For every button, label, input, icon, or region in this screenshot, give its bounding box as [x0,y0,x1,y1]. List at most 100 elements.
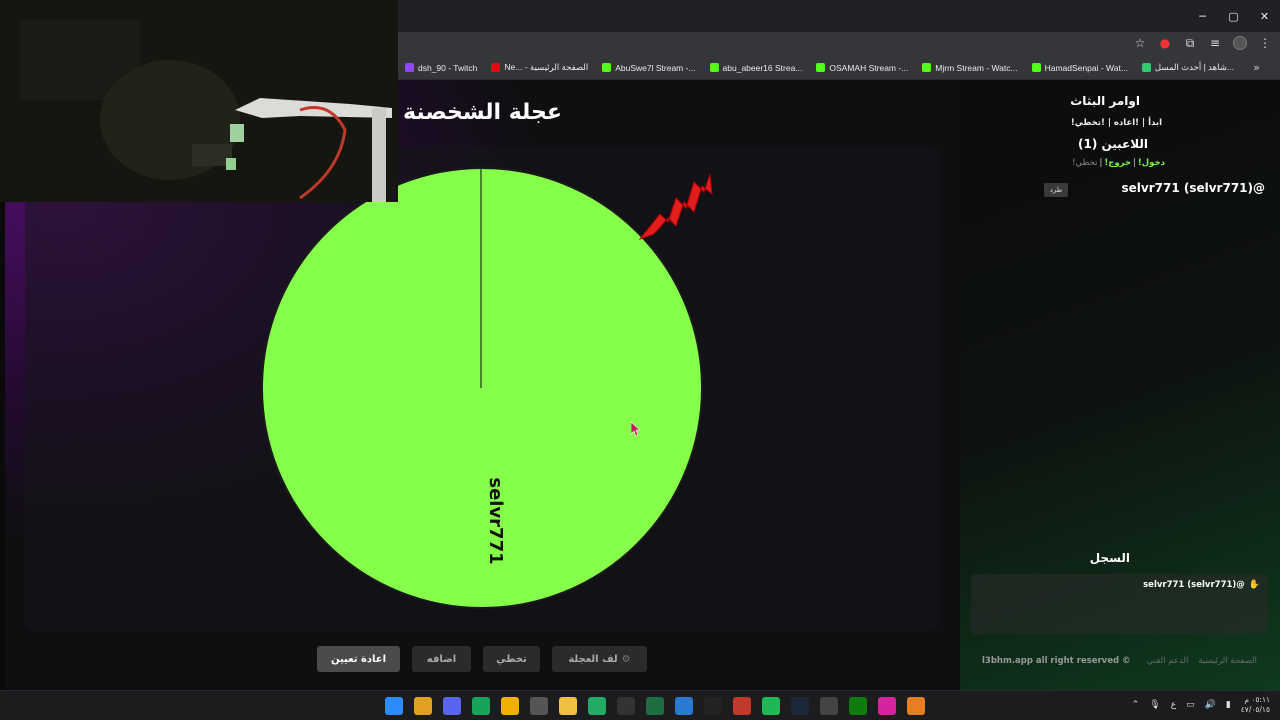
taskbar-apps [385,697,925,715]
menu-icon[interactable]: ⋮ [1258,36,1272,50]
minimize-button[interactable]: ─ [1187,0,1218,32]
bookmarks-more-button[interactable]: » [1253,61,1260,74]
wheel-pointer-icon [638,173,713,241]
language-indicator[interactable]: ع [1171,700,1176,710]
bookmark-label: Ne... - الصفحة الرئيسية [504,62,589,72]
webcam-scene [0,0,398,202]
extension-red-icon[interactable]: ● [1158,36,1172,50]
puzzle-icon[interactable]: ⧉ [1183,36,1197,50]
bookmark-item[interactable]: abu_abeer16 Strea... [709,62,803,73]
bookmark-item[interactable]: شاهد | أحدث المسل... [1141,62,1234,73]
bookmark-label: AbuSwe7l Stream -... [615,62,696,73]
bookmark-label: Mjrm Stream - Watc... [935,62,1018,73]
bookmark-label: OSAMAH Stream -... [829,62,909,73]
profile-avatar[interactable] [1233,36,1247,50]
system-tray: ⌃ 🎙 ع ▭ 🔊 ▮ ٠٥:١١ م ٤٧/٠٥/١٥ [1132,695,1270,715]
webcam-overlay [0,0,398,202]
app-green-icon[interactable] [472,697,490,715]
instagram-icon[interactable] [878,697,896,715]
bookmark-favicon-icon [1141,63,1151,72]
bookmark-favicon-icon [816,63,826,72]
network-icon[interactable]: ▭ [1186,700,1195,710]
reset-button[interactable]: اعادة تعيين [317,646,400,672]
excel-icon[interactable] [646,697,664,715]
support-link[interactable]: الدعم الفني [1147,656,1189,666]
clock-date: ٤٧/٠٥/١٥ [1240,705,1270,714]
bookmark-label: abu_abeer16 Strea... [722,62,803,73]
bookmark-item[interactable]: dsh_90 - Twitch [405,62,477,73]
spin-button-label: لف العجلة [568,653,618,665]
home-link[interactable]: الصفحة الرئيسية [1198,656,1257,666]
log-box: selvr771 (selvr771)@ ✋ [971,574,1268,634]
xsplit-icon[interactable] [733,697,751,715]
epic-games-icon[interactable] [704,697,722,715]
webcam-border [0,202,5,690]
log-entry: selvr771 (selvr771)@ ✋ [1143,580,1260,590]
join-command: !دخول [1137,158,1165,168]
skip-button[interactable]: تخطي [483,646,540,672]
spotify-icon[interactable] [762,697,780,715]
app-white-icon[interactable] [820,697,838,715]
gear-icon: ⚙ [621,653,631,665]
bookmark-label: dsh_90 - Twitch [418,62,478,73]
windows-start-icon[interactable] [385,697,403,715]
maximize-button[interactable]: ▢ [1218,0,1249,32]
bookmark-label: شاهد | أحدث المسل... [1154,62,1234,72]
toolbar-icons: ☆ ● ⧉ ≡ ⋮ [1133,36,1272,50]
clock-time: ٠٥:١١ م [1244,695,1270,704]
bookmark-item[interactable]: AbuSwe7l Stream -... [602,62,696,73]
xbox-icon[interactable] [849,697,867,715]
separator: | [1133,158,1136,168]
log-title: السجل [1089,551,1130,565]
bookmark-label: HamadSenpai - Wat... [1044,62,1128,73]
sidebar: اوامر البثاث !ابدأ | !اعاده | !تخطي اللا… [960,80,1280,690]
battery-icon[interactable]: ▮ [1226,700,1231,710]
bookmark-favicon-icon [491,63,501,72]
bookmark-item[interactable]: HamadSenpai - Wat... [1031,62,1128,73]
chevron-up-icon[interactable]: ⌃ [1132,700,1140,710]
volume-icon[interactable]: 🔊 [1205,700,1216,710]
page-title: عجلة الشخصنة [403,100,562,125]
close-button[interactable]: ✕ [1249,0,1280,32]
bookmark-favicon-icon [922,63,932,72]
player-name: selvr771 (selvr771)@ [1121,181,1265,195]
bookmark-item[interactable]: OSAMAH Stream -... [816,62,908,73]
log-entry-text: selvr771 (selvr771)@ [1143,580,1245,590]
leave-command: !خروج [1104,158,1132,168]
players-title: اللاعبين (1) [1077,137,1148,151]
wave-icon: ✋ [1248,580,1260,590]
bookmark-item[interactable]: Ne... - الصفحة الرئيسية [491,62,588,73]
footer-links: الدعم الفني الصفحة الرئيسية [1147,656,1257,666]
spin-button[interactable]: لف العجلة ⚙ [552,646,647,672]
bookmark-favicon-icon [709,63,719,72]
chrome-icon[interactable] [414,697,432,715]
app-yellow-icon[interactable] [501,697,519,715]
copyright: l3bhm.app all right reserved © [982,656,1131,666]
clock[interactable]: ٠٥:١١ م ٤٧/٠٥/١٥ [1241,695,1270,715]
app-dark-icon[interactable] [617,697,635,715]
add-button[interactable]: اضافه [412,646,471,672]
taskbar: ⌃ 🎙 ع ▭ 🔊 ▮ ٠٥:١١ م ٤٧/٠٥/١٥ [0,690,1280,720]
mouse-cursor-icon [631,422,641,436]
media-icon[interactable]: ≡ [1208,36,1222,50]
file-explorer-icon[interactable] [559,697,577,715]
window-controls: ─ ▢ ✕ [1187,0,1280,32]
discord-icon[interactable] [443,697,461,715]
kick-button[interactable]: طرد [1044,183,1068,197]
bookmarks-list: dsh_90 - Twitch Ne... - الصفحة الرئيسية Ab… [405,62,1234,73]
microphone-icon[interactable]: 🎙 [1149,700,1160,710]
app-store-icon[interactable] [588,697,606,715]
app-orange-icon[interactable] [907,697,925,715]
calendar-icon[interactable] [675,697,693,715]
streamer-commands: !ابدأ | !اعاده | !تخطي [1070,118,1162,128]
app-grey-icon[interactable] [530,697,548,715]
skip-command: !تخطي [1072,158,1098,168]
steam-icon[interactable] [791,697,809,715]
streamer-commands-title: اوامر البثاث [1070,94,1140,108]
bookmark-favicon-icon [602,63,612,72]
bookmark-item[interactable]: Mjrm Stream - Watc... [922,62,1018,73]
wheel-segment-label: selvr771 [485,477,506,564]
star-icon[interactable]: ☆ [1133,36,1147,50]
player-commands: !تخطي | !خروج | !دخول [1072,158,1165,168]
bookmark-favicon-icon [1031,63,1041,72]
